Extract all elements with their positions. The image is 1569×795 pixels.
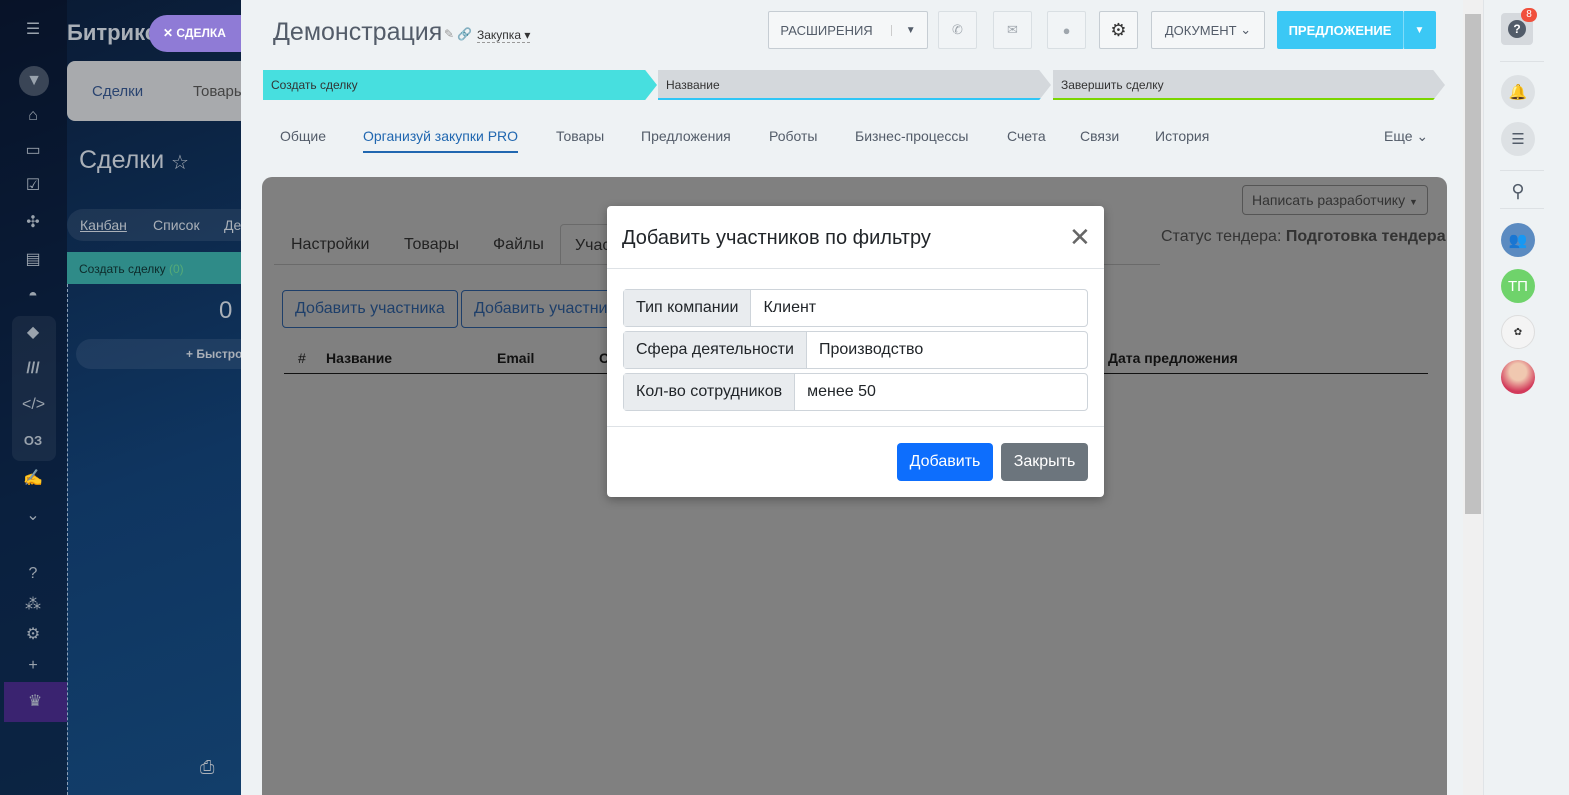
add-button[interactable]: Добавить — [897, 443, 993, 481]
user-avatar-tp[interactable]: ТП — [1501, 269, 1535, 303]
add-participant-button[interactable]: Добавить участника — [282, 290, 458, 328]
search-icon[interactable]: ⚲ — [1501, 174, 1535, 208]
notification-badge: 8 — [1521, 8, 1537, 22]
close-icon[interactable]: ✕ — [1069, 222, 1091, 253]
chevron-down-icon[interactable]: ▼ — [890, 24, 916, 36]
edit-title-icon[interactable]: ✎ 🔗 — [444, 27, 472, 41]
rail-divider — [1500, 208, 1544, 209]
stage-label: Создать сделку — [271, 78, 358, 92]
modal-title: Добавить участников по фильтру — [622, 227, 931, 249]
field-value[interactable]: Производство — [807, 332, 935, 368]
tab-products[interactable]: Товары — [556, 128, 604, 144]
status-value: Подготовка тендера — [1285, 228, 1446, 245]
call-button[interactable]: ✆ — [938, 11, 977, 49]
group-chat-avatar[interactable]: 👥 — [1501, 223, 1535, 257]
bell-icon[interactable]: 🔔 — [1501, 75, 1535, 109]
stage-create-deal[interactable]: Создать сделку — [263, 70, 657, 100]
tender-status: Статус тендера: Подготовка тендера — [1161, 228, 1446, 246]
company-logo-avatar[interactable]: ✿ — [1501, 315, 1535, 349]
stage-label: Завершить сделку — [1061, 78, 1164, 92]
category-selector[interactable]: Закупка ▾ — [477, 28, 531, 43]
messenger-icon[interactable]: ☰ — [1501, 122, 1535, 156]
subtab-settings[interactable]: Настройки — [291, 236, 369, 254]
subtab-products[interactable]: Товары — [404, 236, 459, 254]
help-icon: ? — [1508, 20, 1526, 38]
chat-button[interactable]: ● — [1047, 11, 1086, 49]
tab-more[interactable]: Еще ⌄ — [1384, 128, 1428, 145]
col-number: # — [298, 350, 306, 366]
phone-icon: ✆ — [952, 22, 963, 37]
category-label: Закупка — [477, 28, 521, 42]
filter-employees[interactable]: Кол-во сотрудников менее 50 — [623, 373, 1088, 411]
field-label: Сфера деятельности — [624, 332, 807, 368]
stage-name[interactable]: Название — [658, 70, 1051, 100]
tab-general[interactable]: Общие — [280, 128, 326, 144]
mail-icon: ✉ — [1007, 22, 1018, 37]
field-value[interactable]: менее 50 — [795, 374, 888, 410]
rail-divider — [1500, 61, 1544, 62]
dev-label: Написать разработчику — [1252, 192, 1406, 208]
col-offer-date: Дата предложения — [1108, 350, 1238, 366]
modal-footer-divider — [607, 426, 1104, 427]
filter-company-type[interactable]: Тип компании Клиент — [623, 289, 1088, 327]
close-button[interactable]: Закрыть — [1001, 443, 1088, 481]
settings-button[interactable]: ⚙ — [1099, 11, 1138, 49]
col-name: Название — [326, 350, 393, 366]
chevron-down-icon: ▼ — [1414, 24, 1425, 36]
scrollbar-thumb[interactable] — [1465, 14, 1481, 514]
tab-robots[interactable]: Роботы — [769, 128, 817, 144]
tab-history[interactable]: История — [1155, 128, 1209, 144]
right-rail: ? 8 🔔 ☰ ⚲ 👥 ТП ✿ — [1483, 0, 1569, 795]
offer-menu-button[interactable]: ▼ — [1403, 11, 1436, 49]
extensions-button[interactable]: РАСШИРЕНИЯ ▼ — [768, 11, 928, 49]
document-button[interactable]: ДОКУМЕНТ ⌄ — [1151, 11, 1265, 49]
document-label: ДОКУМЕНТ — [1164, 22, 1237, 38]
stage-label: Название — [666, 78, 720, 92]
extensions-label: РАСШИРЕНИЯ — [780, 22, 873, 38]
add-participants-filter-button[interactable]: Добавить участни — [461, 290, 611, 328]
chat-icon: ● — [1062, 22, 1071, 38]
subtab-files[interactable]: Файлы — [493, 236, 544, 254]
stage-finish[interactable]: Завершить сделку — [1053, 70, 1445, 100]
deal-title: Демонстрация — [273, 18, 443, 46]
tab-links[interactable]: Связи — [1080, 128, 1119, 144]
field-value[interactable]: Клиент — [751, 290, 828, 326]
filter-industry[interactable]: Сфера деятельности Производство — [623, 331, 1088, 369]
scrollbar[interactable] — [1463, 0, 1483, 795]
offer-label: ПРЕДЛОЖЕНИЕ — [1288, 22, 1392, 38]
email-button[interactable]: ✉ — [993, 11, 1032, 49]
field-label: Тип компании — [624, 290, 752, 326]
offer-button[interactable]: ПРЕДЛОЖЕНИЕ — [1277, 11, 1403, 49]
tab-procurement-pro[interactable]: Организуй закупки PRO — [363, 128, 519, 153]
add-participants-filter-modal: Добавить участников по фильтру ✕ Тип ком… — [607, 206, 1104, 497]
field-label: Кол-во сотрудников — [624, 374, 796, 410]
user-photo-avatar[interactable] — [1501, 360, 1535, 394]
more-label: Еще — [1384, 128, 1413, 144]
tab-business-processes[interactable]: Бизнес-процессы — [855, 128, 968, 144]
rail-divider — [1500, 170, 1544, 171]
tab-invoices[interactable]: Счета — [1007, 128, 1046, 144]
modal-header-divider — [607, 268, 1104, 269]
gear-icon: ⚙ — [1110, 19, 1127, 40]
write-developer-dropdown[interactable]: Написать разработчику ▼ — [1242, 185, 1428, 215]
tab-offers[interactable]: Предложения — [641, 128, 731, 144]
overlay — [0, 0, 241, 795]
status-label: Статус тендера: — [1161, 228, 1282, 245]
col-email: Email — [497, 350, 535, 366]
